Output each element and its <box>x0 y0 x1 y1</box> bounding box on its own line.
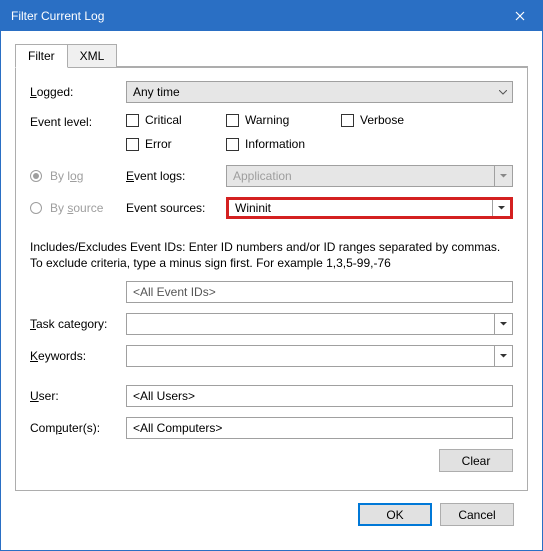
user-value: <All Users> <box>133 389 195 403</box>
keywords-select[interactable] <box>126 345 513 367</box>
event-logs-label: Event logs: <box>126 169 226 183</box>
clear-button[interactable]: Clear <box>439 449 513 472</box>
event-logs-value: Application <box>233 169 292 183</box>
tab-filter-label: Filter <box>28 49 55 63</box>
event-sources-value: Wininit <box>235 201 271 215</box>
logged-select[interactable]: Any time <box>126 81 513 103</box>
information-checkbox[interactable]: Information <box>226 137 305 151</box>
close-icon <box>515 11 525 21</box>
logged-value: Any time <box>133 85 180 99</box>
tabstrip: Filter XML <box>15 43 528 68</box>
tab-xml[interactable]: XML <box>67 44 118 67</box>
client-area: Filter XML Logged: Any time Event level:… <box>1 31 542 550</box>
user-input[interactable]: <All Users> <box>126 385 513 407</box>
keywords-label: Keywords: <box>30 349 126 363</box>
logged-label: Logged: <box>30 85 126 99</box>
close-button[interactable] <box>498 1 542 31</box>
event-sources-select[interactable]: Wininit <box>226 197 513 219</box>
chevron-down-icon <box>494 346 512 366</box>
help-text: Includes/Excludes Event IDs: Enter ID nu… <box>30 239 513 271</box>
clear-button-label: Clear <box>462 454 491 468</box>
by-source-label: By source <box>50 201 103 215</box>
cancel-button-label: Cancel <box>458 508 495 522</box>
event-logs-select: Application <box>226 165 513 187</box>
ok-button[interactable]: OK <box>358 503 432 526</box>
information-label: Information <box>245 137 305 151</box>
window-title: Filter Current Log <box>11 9 498 23</box>
verbose-checkbox[interactable]: Verbose <box>341 113 404 127</box>
error-checkbox[interactable]: Error <box>126 137 206 151</box>
chevron-down-icon <box>494 82 512 102</box>
by-log-radio-row: By log <box>30 169 126 183</box>
tab-filter[interactable]: Filter <box>15 44 68 68</box>
by-source-radio-row: By source <box>30 201 126 215</box>
tab-xml-label: XML <box>80 49 105 63</box>
task-category-select[interactable] <box>126 313 513 335</box>
event-sources-label: Event sources: <box>126 201 226 215</box>
critical-checkbox[interactable]: Critical <box>126 113 206 127</box>
computers-label: Computer(s): <box>30 421 126 435</box>
ok-button-label: OK <box>386 508 403 522</box>
verbose-label: Verbose <box>360 113 404 127</box>
chevron-down-icon <box>492 200 510 216</box>
computers-input[interactable]: <All Computers> <box>126 417 513 439</box>
tab-panel-filter: Logged: Any time Event level: Critical W… <box>15 66 528 491</box>
by-log-label: By log <box>50 169 83 183</box>
titlebar: Filter Current Log <box>1 1 542 31</box>
event-ids-value: <All Event IDs> <box>133 285 216 299</box>
error-label: Error <box>145 137 172 151</box>
warning-checkbox[interactable]: Warning <box>226 113 321 127</box>
chevron-down-icon <box>494 314 512 334</box>
chevron-down-icon <box>494 166 512 186</box>
task-category-label: Task category: <box>30 317 126 331</box>
dialog-footer: OK Cancel <box>15 491 528 540</box>
user-label: User: <box>30 389 126 403</box>
by-log-radio <box>30 170 42 182</box>
critical-label: Critical <box>145 113 182 127</box>
by-source-radio <box>30 202 42 214</box>
event-ids-input[interactable]: <All Event IDs> <box>126 281 513 303</box>
warning-label: Warning <box>245 113 289 127</box>
cancel-button[interactable]: Cancel <box>440 503 514 526</box>
dialog-window: Filter Current Log Filter XML Logged: An… <box>0 0 543 551</box>
computers-value: <All Computers> <box>133 421 222 435</box>
event-level-label: Event level: <box>30 113 126 129</box>
